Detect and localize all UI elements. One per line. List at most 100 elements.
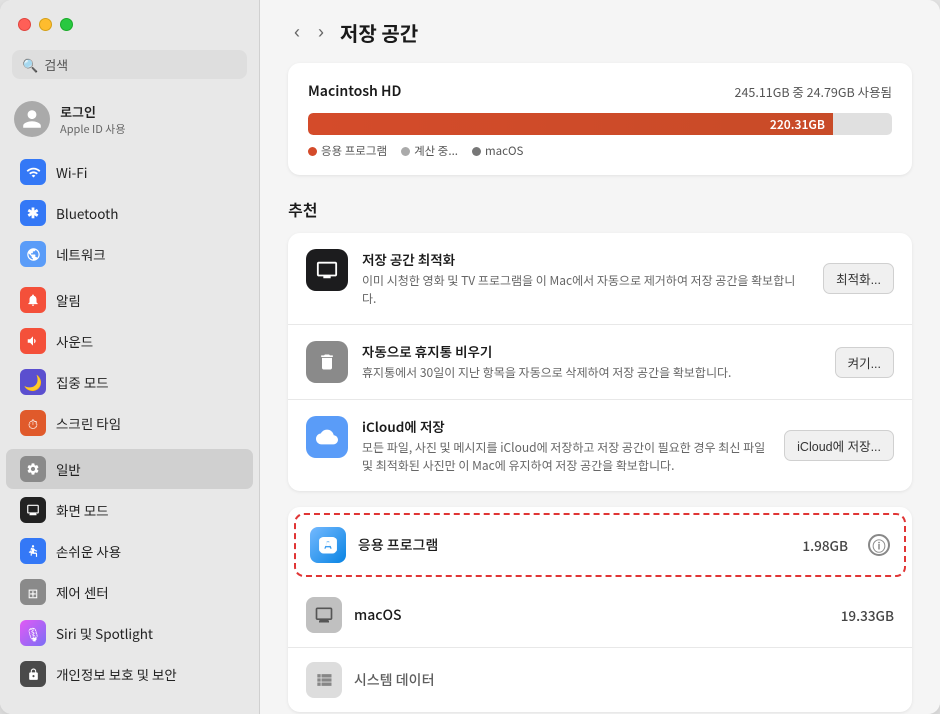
apps-icon: 🅰 [310, 527, 346, 563]
legend-item-apps: 응용 프로그램 [308, 143, 387, 159]
sidebar-item-focus-label: 집중 모드 [56, 372, 109, 392]
rec-body-trash: 자동으로 휴지통 비우기 휴지통에서 30일이 지난 항목을 자동으로 삭제하여… [362, 341, 821, 382]
traffic-lights [18, 18, 73, 31]
main-header: ‹ › 저장 공간 [260, 0, 940, 63]
sidebar-item-general[interactable]: 일반 [6, 449, 253, 489]
privacy-icon [20, 661, 46, 687]
search-input[interactable]: 검색 [44, 55, 68, 74]
display-icon [20, 497, 46, 523]
search-icon: 🔍 [22, 55, 38, 74]
storage-bar-used: 220.31GB [308, 113, 833, 135]
sidebar-item-siri[interactable]: 🎙 Siri 및 Spotlight [6, 613, 253, 653]
storage-item-systemdata-name: 시스템 데이터 [354, 670, 894, 690]
sidebar-item-notifications-label: 알림 [56, 290, 81, 310]
avatar [14, 101, 50, 137]
rec-item-optimize: 저장 공간 최적화 이미 시청한 영화 및 TV 프로그램을 이 Mac에서 자… [288, 233, 912, 325]
legend-dot-apps [308, 147, 317, 156]
sidebar-item-display[interactable]: 화면 모드 [6, 490, 253, 530]
sidebar-item-network-label: 네트워크 [56, 244, 106, 264]
sidebar-item-screentime[interactable]: ⏱ 스크린 타임 [6, 403, 253, 443]
storage-bar-container: 220.31GB [308, 113, 892, 135]
sidebar-item-display-label: 화면 모드 [56, 500, 109, 520]
controlcenter-icon: ⊞ [20, 579, 46, 605]
bluetooth-icon: ✱ [20, 200, 46, 226]
sidebar-section-general: 일반 화면 모드 손쉬운 사용 ⊞ 제어 센터 🎙 Siri 및 Spot [0, 448, 259, 695]
rec-title-trash: 자동으로 휴지통 비우기 [362, 341, 821, 361]
sidebar-item-accessibility[interactable]: 손쉬운 사용 [6, 531, 253, 571]
sidebar-item-network[interactable]: 네트워크 [6, 234, 253, 274]
storage-total-info: 245.11GB 중 24.79GB 사용됨 [735, 82, 892, 101]
close-button[interactable] [18, 18, 31, 31]
sidebar-item-focus[interactable]: 🌙 집중 모드 [6, 362, 253, 402]
sidebar-item-siri-label: Siri 및 Spotlight [56, 623, 153, 643]
legend-dot-calc [401, 147, 410, 156]
network-icon [20, 241, 46, 267]
sidebar-section-network: Wi-Fi ✱ Bluetooth 네트워크 [0, 151, 259, 275]
storage-item-apps: 🅰 응용 프로그램 1.98GB ⓘ [296, 515, 904, 575]
page-title: 저장 공간 [340, 18, 418, 47]
storage-header: Macintosh HD 245.11GB 중 24.79GB 사용됨 [308, 81, 892, 101]
rec-item-trash: 자동으로 휴지통 비우기 휴지통에서 30일이 지난 항목을 자동으로 삭제하여… [288, 325, 912, 400]
rec-body-optimize: 저장 공간 최적화 이미 시청한 영화 및 TV 프로그램을 이 Mac에서 자… [362, 249, 809, 308]
rec-icon-cloud [306, 416, 348, 458]
sidebar-item-controlcenter-label: 제어 센터 [56, 582, 109, 602]
wifi-icon [20, 159, 46, 185]
storage-item-macos: macOS 19.33GB [288, 583, 912, 648]
main-content: Macintosh HD 245.11GB 중 24.79GB 사용됨 220.… [260, 63, 940, 714]
apps-info-button[interactable]: ⓘ [868, 534, 890, 556]
storage-item-macos-size: 19.33GB [841, 605, 894, 625]
screentime-icon: ⏱ [20, 410, 46, 436]
sidebar-item-sound[interactable]: 사운드 [6, 321, 253, 361]
sidebar-item-bluetooth[interactable]: ✱ Bluetooth [6, 193, 253, 233]
storage-legend: 응용 프로그램 계산 중... macOS [308, 143, 892, 159]
storage-bar-section: Macintosh HD 245.11GB 중 24.79GB 사용됨 220.… [288, 63, 912, 175]
forward-button[interactable]: › [312, 20, 330, 45]
profile-sub: Apple ID 사용 [60, 121, 126, 137]
legend-item-macos: macOS [472, 143, 523, 159]
sidebar-item-controlcenter[interactable]: ⊞ 제어 센터 [6, 572, 253, 612]
sidebar-item-notifications[interactable]: 알림 [6, 280, 253, 320]
storage-item-systemdata: 시스템 데이터 [288, 648, 912, 712]
rec-btn-icloud[interactable]: iCloud에 저장... [784, 430, 894, 461]
rec-desc-icloud: 모든 파일, 사진 및 메시지를 iCloud에 저장하고 저장 공간이 필요한… [362, 439, 770, 475]
storage-item-macos-name: macOS [354, 605, 829, 625]
sidebar-item-privacy[interactable]: 개인정보 보호 및 보안 [6, 654, 253, 694]
legend-label-apps: 응용 프로그램 [321, 143, 387, 159]
storage-item-apps-size: 1.98GB [802, 535, 848, 555]
storage-item-apps-name: 응용 프로그램 [358, 535, 790, 555]
profile-text: 로그인 Apple ID 사용 [60, 102, 126, 137]
legend-item-calc: 계산 중... [401, 143, 458, 159]
rec-title-icloud: iCloud에 저장 [362, 416, 770, 436]
rec-title-optimize: 저장 공간 최적화 [362, 249, 809, 269]
search-bar[interactable]: 🔍 검색 [12, 50, 247, 79]
rec-btn-trash[interactable]: 켜기... [835, 347, 894, 378]
drive-name: Macintosh HD [308, 81, 401, 101]
rec-btn-optimize[interactable]: 최적화... [823, 263, 894, 294]
rec-desc-trash: 휴지통에서 30일이 지난 항목을 자동으로 삭제하여 저장 공간을 확보합니다… [362, 364, 821, 382]
sidebar-item-accessibility-label: 손쉬운 사용 [56, 541, 121, 561]
general-icon [20, 456, 46, 482]
storage-items-list: 🅰 응용 프로그램 1.98GB ⓘ macOS 19.33GB [288, 507, 912, 712]
sidebar-item-bluetooth-label: Bluetooth [56, 203, 118, 223]
focus-icon: 🌙 [20, 369, 46, 395]
sidebar-section-system: 알림 사운드 🌙 집중 모드 ⏱ 스크린 타임 [0, 279, 259, 444]
rec-desc-optimize: 이미 시청한 영화 및 TV 프로그램을 이 Mac에서 자동으로 제거하여 저… [362, 272, 809, 308]
main-panel: ‹ › 저장 공간 Macintosh HD 245.11GB 중 24.79G… [260, 0, 940, 714]
back-button[interactable]: ‹ [288, 20, 306, 45]
system-preferences-window: 🔍 검색 로그인 Apple ID 사용 Wi-Fi ✱ Bluetooth [0, 0, 940, 714]
rec-icon-tv [306, 249, 348, 291]
legend-label-calc: 계산 중... [414, 143, 458, 159]
sidebar-item-privacy-label: 개인정보 보호 및 보안 [56, 664, 177, 684]
recommendations-list: 저장 공간 최적화 이미 시청한 영화 및 TV 프로그램을 이 Mac에서 자… [288, 233, 912, 491]
siri-icon: 🎙 [20, 620, 46, 646]
accessibility-icon [20, 538, 46, 564]
profile-item[interactable]: 로그인 Apple ID 사용 [0, 93, 259, 145]
notification-icon [20, 287, 46, 313]
minimize-button[interactable] [39, 18, 52, 31]
sidebar-item-wifi[interactable]: Wi-Fi [6, 152, 253, 192]
legend-label-macos: macOS [485, 143, 523, 159]
sidebar-item-sound-label: 사운드 [56, 331, 93, 351]
maximize-button[interactable] [60, 18, 73, 31]
rec-icon-trash [306, 341, 348, 383]
rec-item-icloud: iCloud에 저장 모든 파일, 사진 및 메시지를 iCloud에 저장하고… [288, 400, 912, 491]
